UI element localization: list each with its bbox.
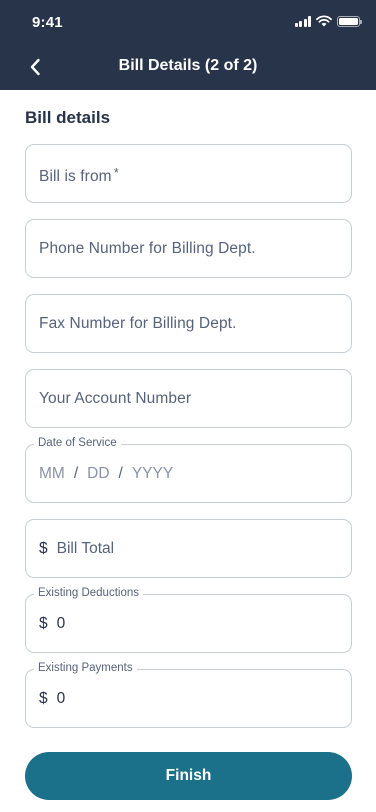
account-number-field[interactable]: Your Account Number (25, 369, 352, 428)
date-of-service-label: Date of Service (34, 437, 121, 449)
date-separator: / (73, 465, 79, 482)
status-icons (294, 15, 362, 27)
currency-symbol: $ (39, 690, 48, 707)
date-input-group: MM / DD / YYYY (39, 465, 173, 483)
status-time: 9:41 (32, 14, 63, 31)
existing-deductions-field[interactable]: Existing Deductions $ 0 (25, 587, 352, 653)
existing-payments-row: $ 0 (39, 690, 65, 708)
billing-fax-field[interactable]: Fax Number for Billing Dept. (25, 294, 352, 353)
year-input[interactable]: YYYY (132, 465, 173, 483)
day-input[interactable]: DD (87, 465, 109, 483)
currency-symbol: $ (39, 615, 48, 632)
month-input[interactable]: MM (39, 465, 65, 483)
billing-phone-placeholder: Phone Number for Billing Dept. (39, 240, 256, 257)
bill-total-placeholder: Bill Total (56, 540, 115, 557)
required-marker: * (113, 165, 119, 180)
existing-deductions-label: Existing Deductions (34, 587, 143, 599)
bill-total-row: $ Bill Total (39, 540, 114, 558)
account-number-placeholder: Your Account Number (39, 390, 192, 407)
status-bar: 9:41 (0, 0, 376, 44)
existing-deductions-value: 0 (56, 615, 66, 632)
currency-symbol: $ (39, 540, 48, 557)
date-of-service-field[interactable]: Date of Service MM / DD / YYYY (25, 437, 352, 503)
wifi-icon (316, 15, 332, 27)
bill-from-placeholder: Bill is from * (39, 165, 119, 185)
nav-bar: Bill Details (2 of 2) (0, 44, 376, 90)
existing-payments-field[interactable]: Existing Payments $ 0 (25, 662, 352, 728)
finish-button[interactable]: Finish (25, 752, 352, 800)
section-title: Bill details (25, 108, 111, 127)
battery-icon (337, 15, 362, 27)
bill-total-field[interactable]: $ Bill Total (25, 519, 352, 578)
date-separator: / (118, 465, 123, 482)
existing-deductions-row: $ 0 (39, 615, 65, 633)
bill-from-field[interactable]: Bill is from * (25, 144, 352, 203)
cellular-signal-icon (294, 15, 311, 27)
page-title: Bill Details (2 of 2) (118, 57, 258, 74)
billing-phone-field[interactable]: Phone Number for Billing Dept. (25, 219, 352, 278)
billing-fax-placeholder: Fax Number for Billing Dept. (39, 315, 237, 332)
existing-payments-value: 0 (56, 690, 66, 707)
existing-payments-label: Existing Payments (34, 662, 137, 674)
